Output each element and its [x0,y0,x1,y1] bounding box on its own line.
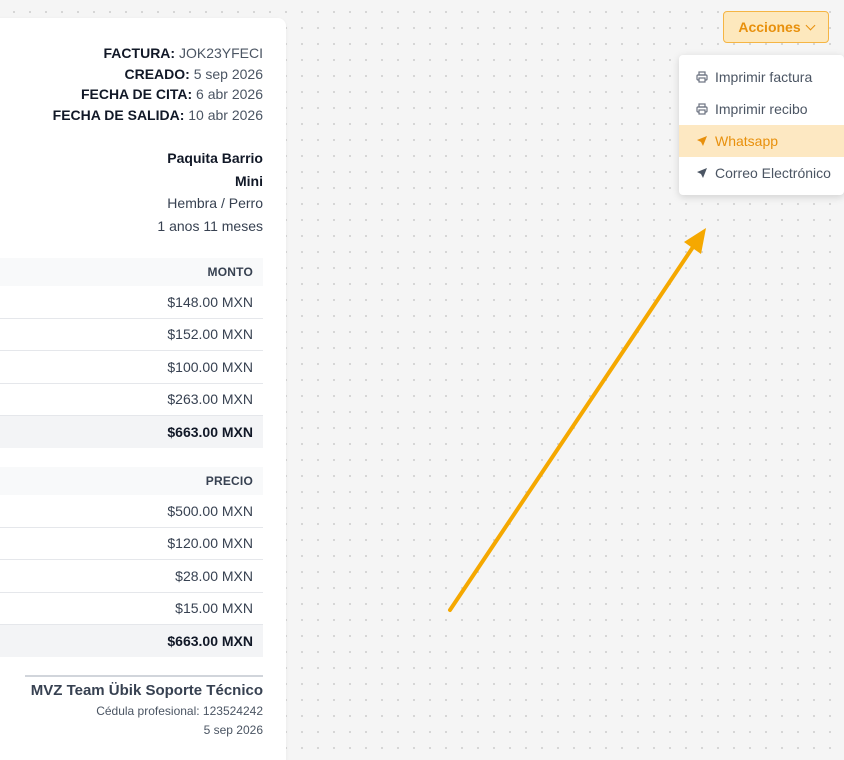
signature-date: 5 sep 2026 [203,723,263,737]
amounts-table: MONTO $148.00 MXN $152.00 MXN $100.00 MX… [0,258,263,448]
actions-button-label: Acciones [738,19,801,35]
menu-item-label: Whatsapp [715,133,779,149]
table-row: $263.00 MXN [0,384,263,416]
vet-name: MVZ Team Übik Soporte Técnico [30,682,263,699]
menu-item-whatsapp[interactable]: Whatsapp [679,125,844,157]
menu-item-label: Correo Electrónico [715,165,831,181]
send-icon [696,135,708,147]
menu-item-email[interactable]: Correo Electrónico [679,157,844,189]
appointment-date: FECHA DE CITA: 6 abr 2026 [80,86,263,102]
vet-license: Cédula profesional: 123524242 [96,704,263,718]
printer-icon [696,71,708,83]
signature-line [25,675,263,677]
invoice-number: FACTURA: JOK23YFECI [103,45,263,61]
menu-item-print-invoice[interactable]: Imprimir factura [679,61,844,93]
prices-header: PRECIO [0,467,263,495]
table-row: $120.00 MXN [0,528,263,560]
pet-age: 1 anos 11 meses [157,218,263,235]
signature-block: MVZ Team Übik Soporte Técnico Cédula pro… [25,675,263,737]
table-row: $15.00 MXN [0,593,263,625]
discharge-date: FECHA DE SALIDA: 10 abr 2026 [52,106,263,123]
table-row: $500.00 MXN [0,495,263,528]
invoice-meta: FACTURA: JOK23YFECI CREADO: 5 sep 2026 F… [53,43,263,125]
menu-item-label: Imprimir recibo [715,101,808,117]
menu-item-label: Imprimir factura [715,69,813,85]
invoice-card: FACTURA: JOK23YFECI CREADO: 5 sep 2026 F… [0,18,286,760]
table-row: $28.00 MXN [0,560,263,593]
actions-menu: Imprimir factura Imprimir recibo Whatsap… [679,55,844,195]
send-icon [696,167,708,179]
table-row: $100.00 MXN [0,351,263,384]
owner-name: Paquita Barrio [167,150,263,166]
printer-icon [696,103,708,115]
table-row: $148.00 MXN [0,286,263,319]
table-row: $152.00 MXN [0,319,263,351]
pet-name: Mini [235,172,263,189]
pet-sex-species: Hembra / Perro [167,195,263,212]
prices-table: PRECIO $500.00 MXN $120.00 MXN $28.00 MX… [0,467,263,657]
amounts-total: $663.00 MXN [0,416,263,448]
prices-total: $663.00 MXN [0,625,263,657]
chevron-down-icon [805,20,816,30]
actions-button[interactable]: Acciones [723,11,829,43]
menu-item-print-receipt[interactable]: Imprimir recibo [679,93,844,125]
created-date: CREADO: 5 sep 2026 [124,65,263,82]
amounts-header: MONTO [0,258,263,286]
patient-info: Paquita Barrio Mini Hembra / Perro 1 ano… [157,147,263,238]
